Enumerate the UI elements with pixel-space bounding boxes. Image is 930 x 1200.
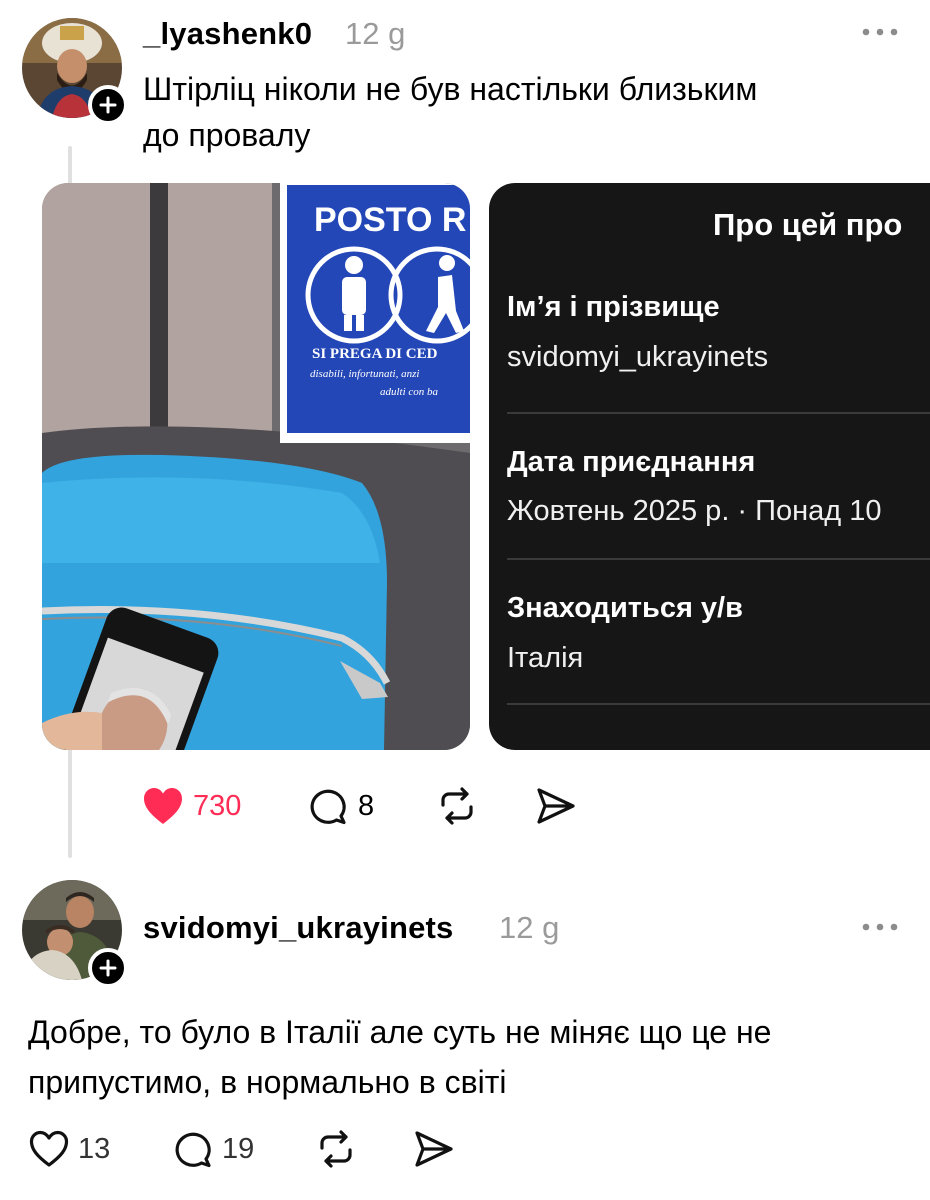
reply-text: Добре, то було в Італії але суть не міня… bbox=[28, 1007, 908, 1107]
profile-card-title: Про цей про bbox=[713, 207, 903, 242]
post-time: 12 g bbox=[345, 16, 406, 51]
reply-share-button[interactable] bbox=[413, 1129, 455, 1174]
reply-follow-button[interactable] bbox=[88, 948, 128, 988]
reply-repost-button[interactable] bbox=[315, 1129, 357, 1174]
post-text-line-2: до провалу bbox=[143, 117, 311, 153]
reply-more-button[interactable] bbox=[860, 917, 904, 937]
sign-line-2: disabili, infortunati, anzi bbox=[310, 368, 420, 380]
share-button[interactable] bbox=[535, 786, 577, 831]
comment-button[interactable]: 8 bbox=[308, 786, 374, 826]
joined-value: Жовтень 2025 р. · Понад 10 bbox=[507, 495, 882, 527]
repost-icon bbox=[441, 787, 473, 825]
reply-time: 12 g bbox=[499, 910, 560, 945]
sign-title: POSTO R bbox=[314, 201, 467, 239]
follow-button[interactable] bbox=[88, 85, 128, 125]
post-text: Штірліц ніколи не був настільки близьким… bbox=[143, 66, 903, 158]
post-username[interactable]: _lyashenk0 bbox=[143, 16, 312, 52]
photo-image bbox=[42, 183, 470, 750]
send-icon bbox=[537, 788, 575, 824]
plus-icon bbox=[99, 959, 117, 977]
like-count: 730 bbox=[193, 789, 242, 822]
comment-bubble-icon bbox=[175, 1132, 211, 1168]
reply-like-button[interactable]: 13 bbox=[28, 1129, 110, 1169]
post-photo[interactable]: POSTO R SI PREGA DI CED disabili, infort… bbox=[42, 183, 470, 750]
heart-icon bbox=[144, 788, 182, 824]
joined-label: Дата приєднання bbox=[507, 446, 756, 478]
post-more-button[interactable] bbox=[860, 22, 904, 42]
post-text-line-1: Штірліц ніколи не був настільки близьким bbox=[143, 71, 758, 107]
name-label: Ім’я і прізвище bbox=[507, 291, 720, 323]
reply-comment-button[interactable]: 19 bbox=[173, 1129, 254, 1169]
divider bbox=[507, 703, 930, 705]
sign-line-3: adulti con ba bbox=[380, 386, 439, 398]
more-horizontal-icon bbox=[862, 28, 898, 36]
reply-like-count: 13 bbox=[78, 1132, 111, 1165]
comment-count: 8 bbox=[358, 789, 375, 822]
plus-icon bbox=[99, 96, 117, 114]
send-icon bbox=[415, 1131, 453, 1167]
heart-icon bbox=[29, 1130, 69, 1167]
reply-username[interactable]: svidomyi_ukrayinets bbox=[143, 910, 454, 946]
reply-comment-count: 19 bbox=[222, 1132, 255, 1165]
divider bbox=[507, 558, 930, 560]
location-value: Італія bbox=[507, 642, 584, 674]
profile-screenshot[interactable]: Про цей про Ім’я і прізвище svidomyi_ukr… bbox=[489, 183, 930, 750]
repost-button[interactable] bbox=[436, 786, 478, 831]
location-label: Знаходиться у/в bbox=[507, 592, 743, 624]
divider bbox=[507, 412, 930, 414]
reply-text-line-1: Добре, то було в Італії але суть не міня… bbox=[28, 1014, 772, 1050]
sign-line-1: SI PREGA DI CED bbox=[312, 346, 438, 362]
comment-bubble-icon bbox=[310, 789, 346, 825]
name-value: svidomyi_ukrayinets bbox=[507, 341, 769, 373]
like-button[interactable]: 730 bbox=[142, 786, 241, 826]
reply-text-line-2: припустимо, в нормально в світі bbox=[28, 1064, 507, 1100]
more-horizontal-icon bbox=[862, 923, 898, 931]
repost-icon bbox=[320, 1130, 352, 1168]
